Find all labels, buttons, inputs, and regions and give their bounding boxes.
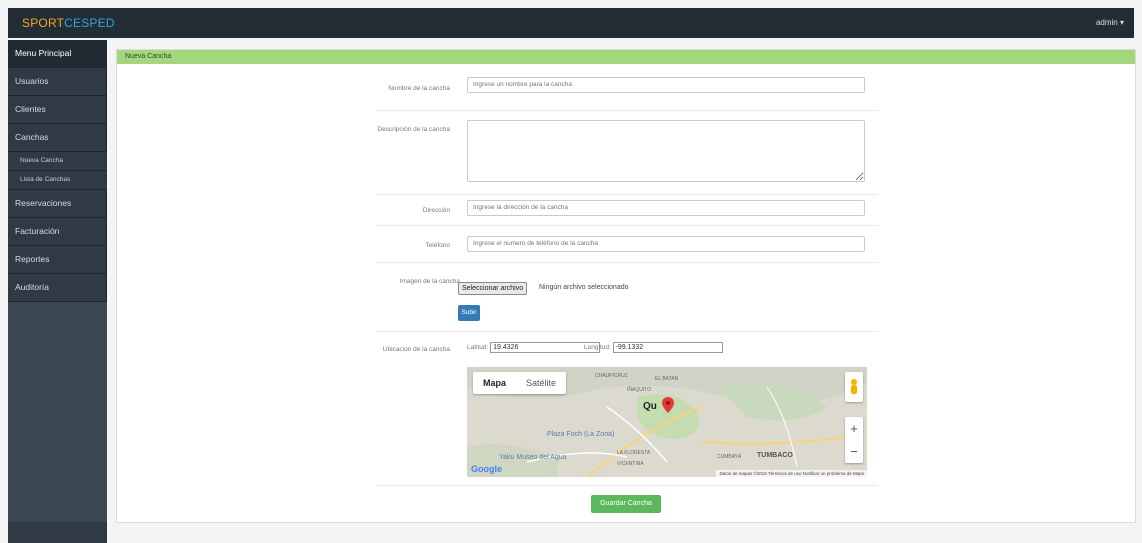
google-logo: Google [471, 464, 502, 474]
panel-title: Nueva Cancha [117, 50, 1135, 64]
choose-file-button[interactable]: Seleccionar archivo [458, 282, 528, 295]
map-tab-map[interactable]: Mapa [473, 372, 516, 394]
description-label: Descripción de la cancha [377, 126, 450, 133]
form-panel: Nueva Cancha Nombre de la cancha Descrip… [116, 49, 1136, 523]
sidebar-item-auditoria[interactable]: Auditoría [8, 274, 107, 302]
map-label-vicentina: VICENTINA [617, 461, 644, 467]
map-label-la-floresta: LA FLORESTA [617, 450, 651, 456]
image-row: Imagen de la cancha Seleccionar archivo … [376, 263, 878, 332]
map-type-tabs: Mapa Satélite [473, 372, 567, 394]
location-map[interactable]: Mapa Satélite CHAUPICRUZ EL BATAN IÑAQUI… [467, 367, 867, 477]
sidebar-subitem-nueva-cancha[interactable]: Nueva Cancha [8, 152, 107, 171]
top-navbar: SPORTCESPED admin ▾ [8, 8, 1134, 38]
map-attribution[interactable]: Datos de mapas ©2019 Términos de uso Not… [716, 470, 867, 477]
longitude-label: Longitud: [584, 344, 611, 351]
zoom-in-button[interactable]: + [845, 417, 863, 440]
file-status: Ningún archivo seleccionado [539, 284, 629, 291]
address-row: Dirección [376, 195, 878, 226]
location-label: Ubicacion de la cancha [382, 346, 450, 353]
name-input[interactable] [467, 77, 865, 93]
phone-input[interactable] [467, 236, 865, 252]
sidebar-item-menu-principal[interactable]: Menu Principal [8, 40, 107, 68]
longitude-field-group: Longitud: [584, 342, 723, 353]
pegman-icon[interactable] [845, 372, 863, 402]
map-label-tumbaco: TUMBACO [757, 452, 793, 459]
sidebar-item-reportes[interactable]: Reportes [8, 246, 107, 274]
image-label: Imagen de la cancha [399, 278, 460, 285]
brand-part2: CESPED [64, 16, 115, 30]
latitude-field-group: Latitud: [467, 342, 601, 353]
map-pin-icon[interactable] [662, 397, 674, 413]
upload-button[interactable]: Subir [458, 305, 480, 321]
sidebar-item-reservaciones[interactable]: Reservaciones [8, 190, 107, 218]
phone-label: Teléfono [425, 242, 450, 249]
name-label: Nombre de la cancha [388, 85, 450, 92]
map-label-chaupicruz: CHAUPICRUZ [595, 373, 628, 379]
phone-row: Teléfono [376, 226, 878, 263]
map-label-inaquito: IÑAQUITO [627, 387, 652, 393]
brand-logo[interactable]: SPORTCESPED [22, 16, 115, 30]
zoom-out-button[interactable]: − [845, 440, 863, 463]
address-label: Dirección [422, 207, 450, 214]
map-zoom-controls: + − [845, 417, 863, 463]
map-label-el-batan: EL BATAN [655, 376, 679, 382]
name-row: Nombre de la cancha [376, 70, 878, 111]
address-input[interactable] [467, 200, 865, 216]
save-cancha-button[interactable]: Guardar Cancha [591, 495, 661, 513]
sidebar-item-facturacion[interactable]: Facturación [8, 218, 107, 246]
latitude-label: Latitud: [467, 344, 489, 351]
sidebar-empty-area [8, 302, 107, 522]
sidebar-item-usuarios[interactable]: Usuarios [8, 68, 107, 96]
map-label-yaku: Yaku Museo del Agua [499, 454, 567, 461]
brand-part1: SPORT [22, 16, 65, 30]
map-tab-satellite[interactable]: Satélite [516, 372, 566, 394]
user-menu[interactable]: admin ▾ [1096, 18, 1124, 27]
map-label-quito: Qu [643, 401, 657, 412]
sidebar-item-clientes[interactable]: Clientes [8, 96, 107, 124]
sidebar-subitem-lista-canchas[interactable]: Lista de Canchas [8, 171, 107, 190]
longitude-input[interactable] [612, 342, 723, 353]
sidebar: Menu Principal Usuarios Clientes Canchas… [8, 40, 107, 543]
description-textarea[interactable] [467, 120, 865, 182]
description-row: Descripción de la cancha [376, 111, 878, 195]
sidebar-item-canchas[interactable]: Canchas [8, 124, 107, 152]
map-label-cumbaya: CUMBAYÁ [717, 454, 742, 460]
map-label-plaza-foch: Plaza Foch (La Zona) [547, 431, 615, 438]
location-row: Ubicacion de la cancha Latitud: Longitud… [376, 332, 878, 486]
